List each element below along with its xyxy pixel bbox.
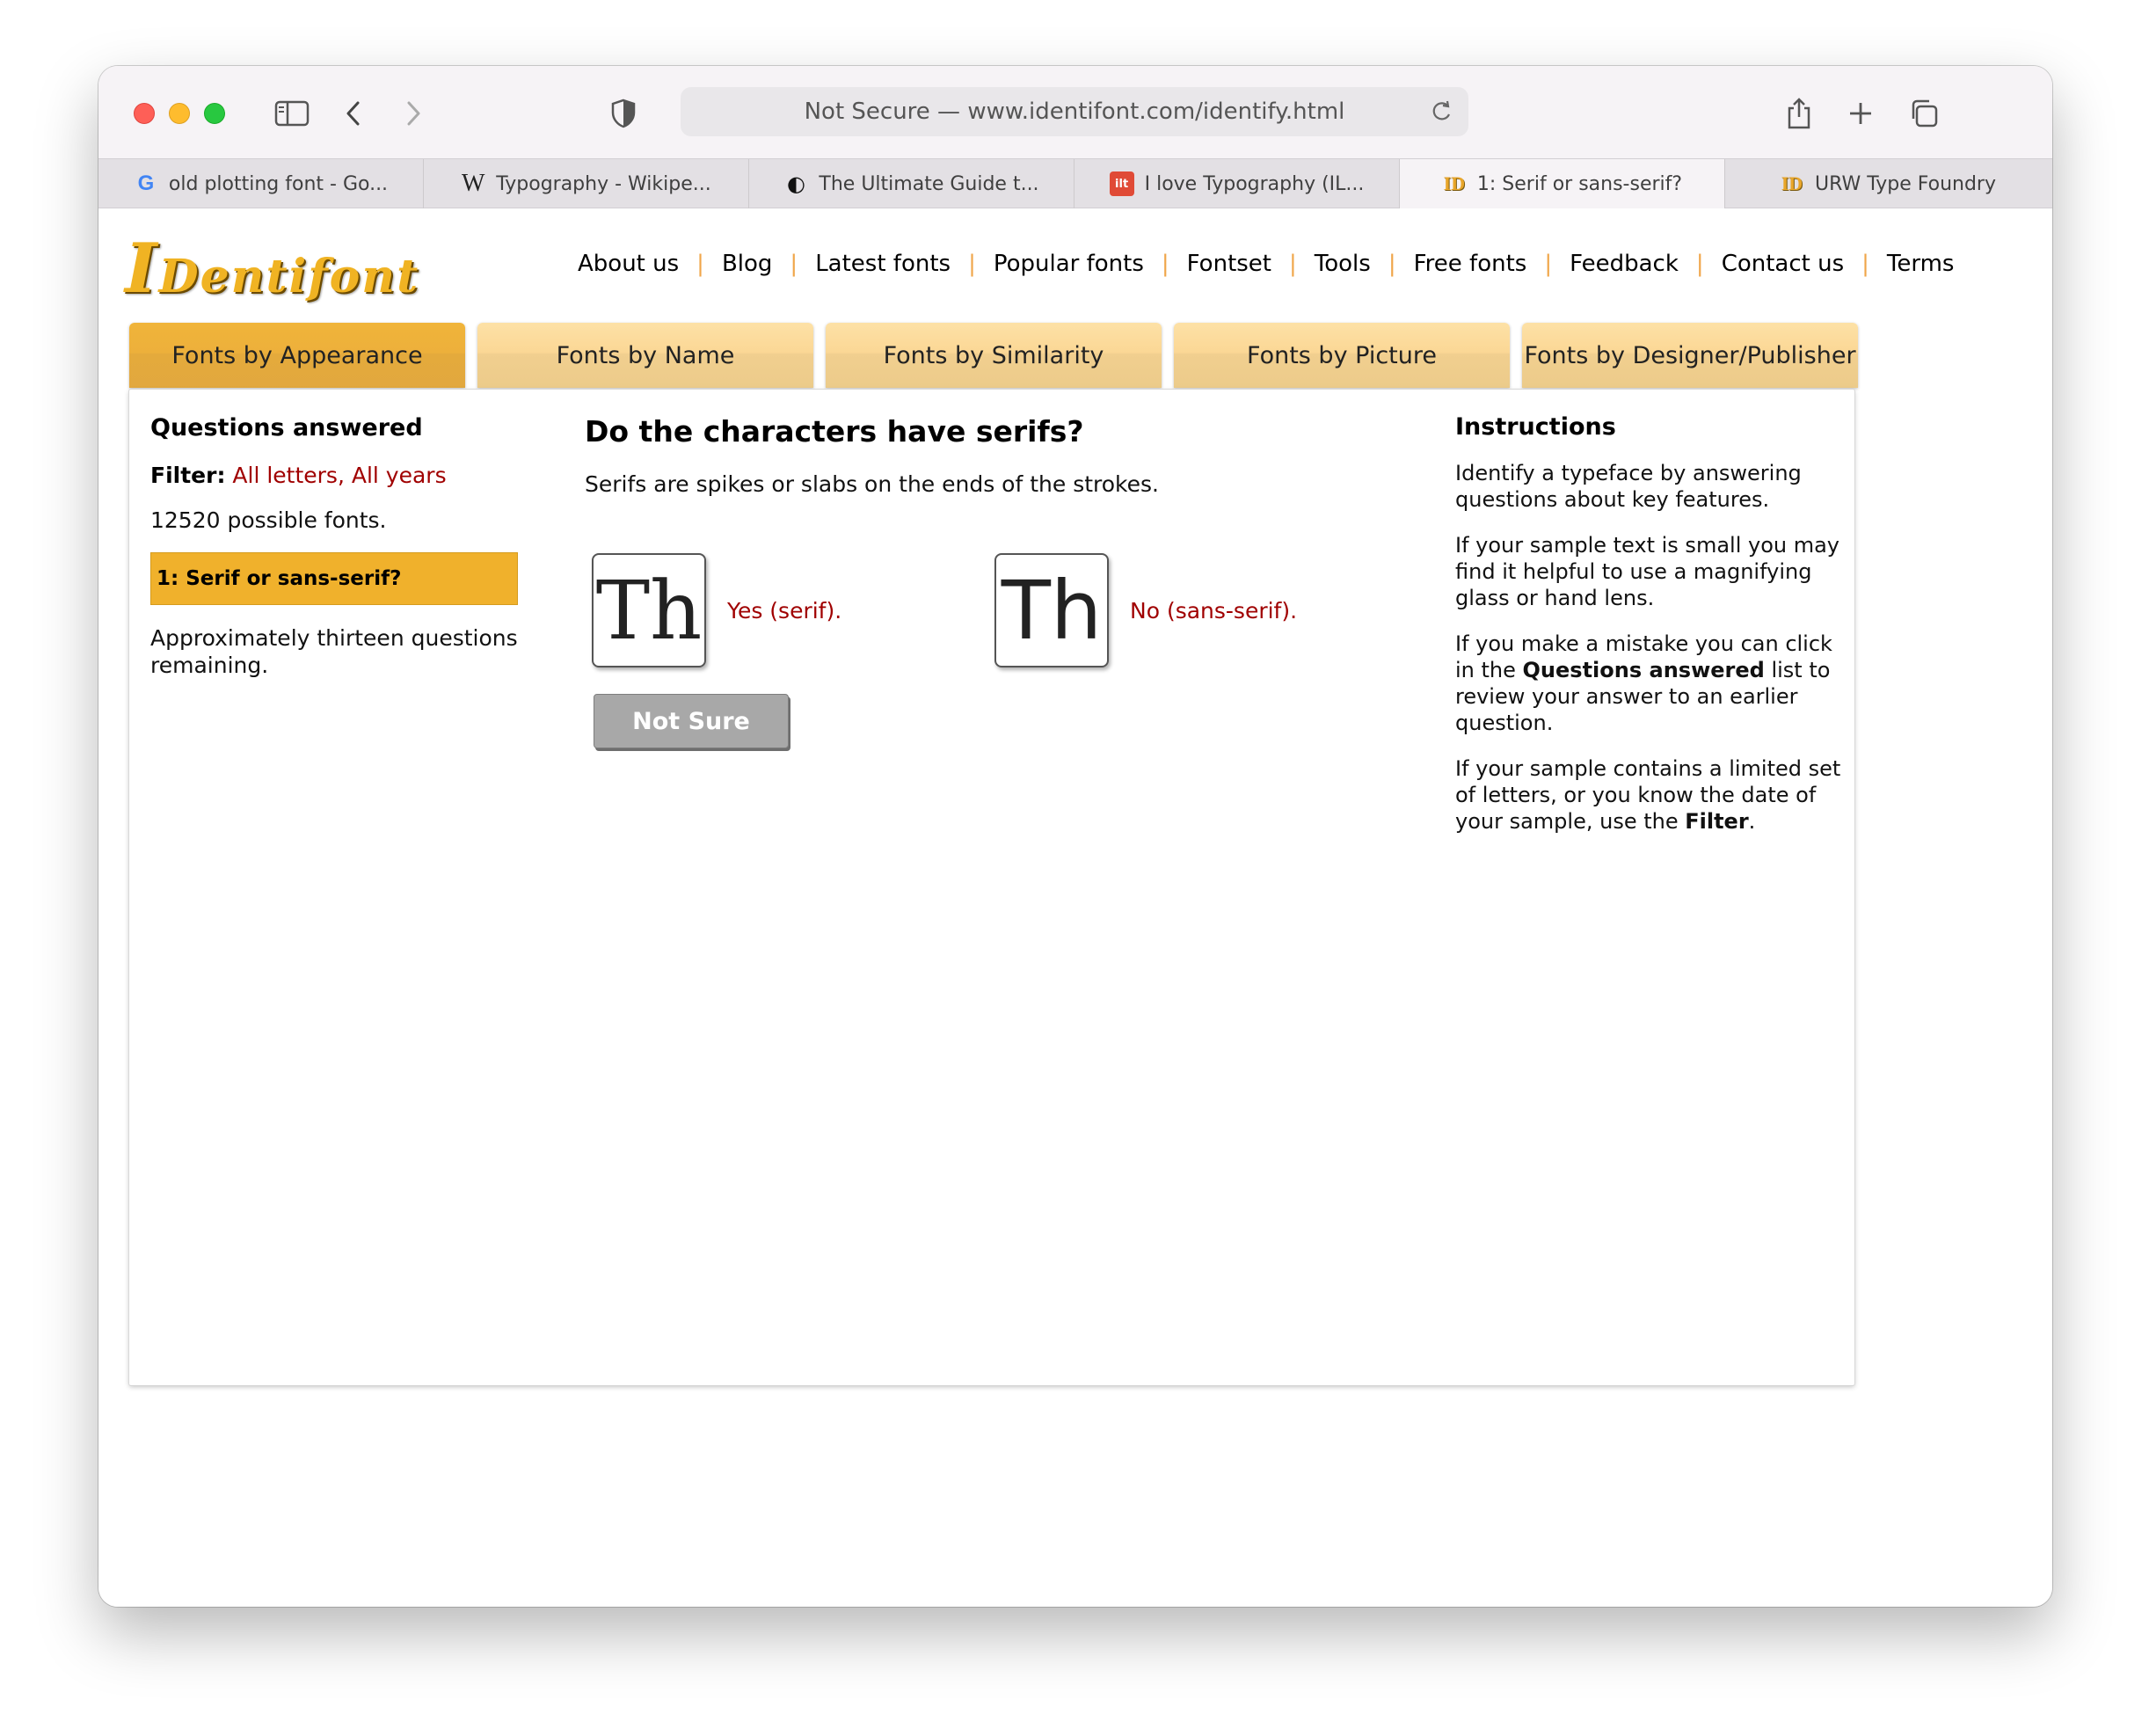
top-navigation: About us | Blog | Latest fonts | Popular… [578, 251, 1954, 277]
identifont-favicon-icon: ID [1781, 172, 1803, 194]
browser-window: Not Secure — www.identifont.com/identify… [98, 66, 2052, 1607]
minimize-window-button[interactable] [169, 103, 190, 124]
web-page: I Dentifont About us | Blog | Latest font… [98, 208, 2052, 1607]
content-panel: Questions answered Filter: All letters, … [129, 390, 1854, 1385]
share-icon[interactable] [1778, 92, 1820, 135]
answer-yes-link[interactable]: Yes (serif). [727, 598, 841, 624]
instructions-paragraph: If your sample text is small you may fin… [1455, 533, 1840, 610]
nav-separator: | [1695, 251, 1704, 277]
nav-blog[interactable]: Blog [722, 251, 772, 277]
new-tab-plus-icon[interactable] [1839, 92, 1882, 135]
answer-no-link[interactable]: No (sans-serif). [1130, 598, 1297, 624]
nav-contact-us[interactable]: Contact us [1722, 251, 1844, 277]
question-description: Serifs are spikes or slabs on the ends o… [585, 471, 1159, 497]
browser-tab-title: Typography - Wikipe... [496, 172, 711, 195]
instructions-paragraph: If you make a mistake you can click in t… [1455, 631, 1842, 736]
nav-separator: | [968, 251, 976, 277]
instructions-paragraph: Identify a typeface by answering questio… [1455, 461, 1802, 512]
browser-tab-title: I love Typography (IL... [1144, 172, 1365, 195]
nav-latest-fonts[interactable]: Latest fonts [815, 251, 951, 277]
browser-tab[interactable]: ◐ The Ultimate Guide t... [749, 159, 1074, 208]
search-mode-tabs: Fonts by Appearance Fonts by Name Fonts … [129, 323, 1858, 388]
instructions-paragraph: If your sample contains a limited set of… [1455, 755, 1842, 835]
tab-fonts-by-designer-publisher[interactable]: Fonts by Designer/Publisher [1522, 323, 1858, 388]
question-column: Do the characters have serifs? Serifs ar… [585, 414, 1464, 748]
instructions-text: . [1748, 809, 1756, 834]
nav-fontset[interactable]: Fontset [1187, 251, 1271, 277]
logo-rest: Dentifont [158, 250, 420, 303]
answer-options: Th Yes (serif). Th No (sans-serif). [592, 553, 1471, 669]
ilt-favicon-icon: ilt [1109, 171, 1134, 196]
tab-overview-icon[interactable] [1903, 92, 1945, 135]
questions-remaining-text: Approximately thirteen questions remaini… [150, 625, 518, 678]
browser-tab-title: 1: Serif or sans-serif? [1476, 172, 1683, 195]
tab-fonts-by-appearance[interactable]: Fonts by Appearance [129, 323, 465, 388]
site-favicon-icon: ◐ [786, 171, 805, 196]
nav-separator: | [1861, 251, 1869, 277]
nav-separator: | [1388, 251, 1396, 277]
sans-serif-sample-image[interactable]: Th [994, 553, 1109, 667]
nav-terms[interactable]: Terms [1887, 251, 1955, 277]
nav-free-fonts[interactable]: Free fonts [1414, 251, 1527, 277]
nav-separator: | [1161, 251, 1169, 277]
browser-tab-active[interactable]: ID 1: Serif or sans-serif? [1400, 159, 1725, 208]
tab-fonts-by-picture[interactable]: Fonts by Picture [1174, 323, 1510, 388]
browser-tab[interactable]: ilt I love Typography (IL... [1074, 159, 1400, 208]
possible-fonts-count: 12520 possible fonts. [150, 507, 387, 533]
tab-fonts-by-similarity[interactable]: Fonts by Similarity [826, 323, 1162, 388]
browser-tab[interactable]: G old plotting font - Go... [98, 159, 424, 208]
questions-answered-heading: Questions answered [150, 414, 423, 441]
address-text: Not Secure — www.identifont.com/identify… [804, 98, 1345, 125]
browser-tab-title: old plotting font - Go... [168, 172, 389, 195]
answer-yes-serif[interactable]: Th Yes (serif). [592, 553, 841, 667]
instructions-column: Instructions Identify a typeface by answ… [1455, 414, 1842, 835]
browser-tab-title: The Ultimate Guide t... [819, 172, 1039, 195]
nav-separator: | [696, 251, 704, 277]
instructions-bold: Filter [1685, 809, 1749, 834]
back-arrow-icon[interactable] [332, 92, 375, 135]
reload-icon[interactable] [1430, 99, 1453, 130]
filter-line: Filter: All letters, All years [150, 463, 520, 488]
nav-separator: | [1289, 251, 1297, 277]
filter-label: Filter: [150, 463, 226, 488]
question-title: Do the characters have serifs? [585, 414, 1084, 449]
current-question-item[interactable]: 1: Serif or sans-serif? [150, 552, 518, 605]
nav-separator: | [1544, 251, 1553, 277]
browser-tab-bar: G old plotting font - Go... W Typography… [98, 158, 2052, 208]
answer-no-sans-serif[interactable]: Th No (sans-serif). [994, 553, 1297, 667]
browser-tab[interactable]: ID URW Type Foundry [1725, 159, 2051, 208]
instructions-text: If your sample contains a limited set of… [1455, 756, 1841, 834]
identifont-logo[interactable]: I Dentifont [125, 228, 419, 303]
wikipedia-favicon-icon: W [462, 170, 485, 197]
questions-answered-column: Questions answered Filter: All letters, … [150, 414, 520, 679]
nav-about-us[interactable]: About us [578, 251, 679, 277]
address-bar[interactable]: Not Secure — www.identifont.com/identify… [681, 87, 1468, 136]
sidebar-toggle-icon[interactable] [271, 92, 313, 135]
zoom-window-button[interactable] [204, 103, 225, 124]
identifont-favicon-icon: ID [1443, 172, 1466, 194]
filter-link[interactable]: All letters, All years [232, 463, 446, 488]
nav-popular-fonts[interactable]: Popular fonts [994, 251, 1144, 277]
privacy-shield-icon[interactable] [602, 92, 645, 135]
title-bar: Not Secure — www.identifont.com/identify… [98, 66, 2052, 158]
logo-initial: I [125, 229, 159, 309]
instructions-bold: Questions answered [1522, 658, 1765, 682]
forward-arrow-icon[interactable] [392, 92, 434, 135]
browser-tab[interactable]: W Typography - Wikipe... [424, 159, 749, 208]
google-favicon-icon: G [137, 171, 155, 195]
not-sure-button[interactable]: Not Sure [594, 694, 789, 748]
nav-tools[interactable]: Tools [1315, 251, 1371, 277]
nav-feedback[interactable]: Feedback [1570, 251, 1679, 277]
close-window-button[interactable] [134, 103, 155, 124]
serif-sample-image[interactable]: Th [592, 553, 706, 667]
instructions-heading: Instructions [1455, 413, 1616, 441]
tab-fonts-by-name[interactable]: Fonts by Name [477, 323, 813, 388]
browser-tab-title: URW Type Foundry [1814, 172, 1996, 195]
nav-separator: | [790, 251, 798, 277]
